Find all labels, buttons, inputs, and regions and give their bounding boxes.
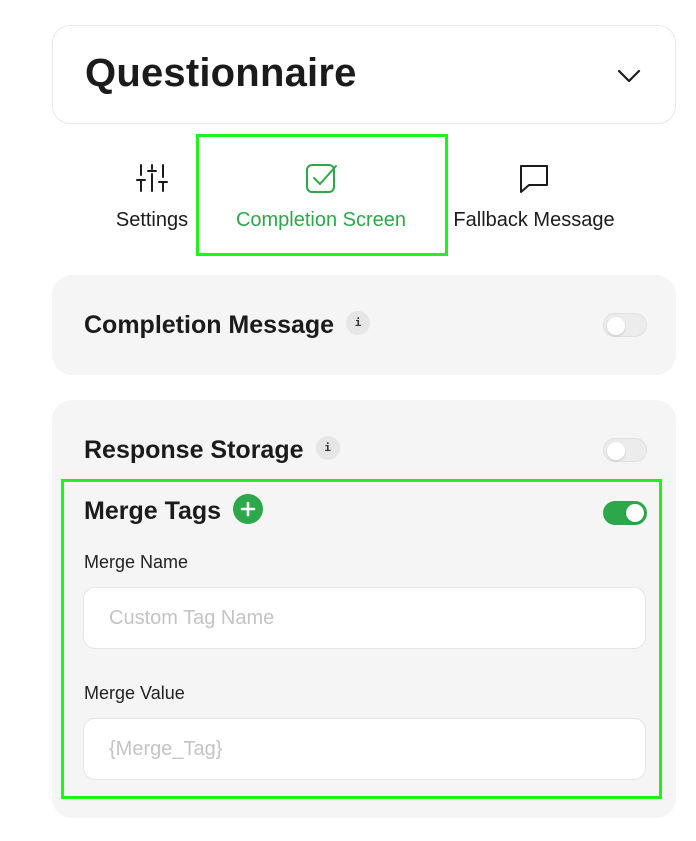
tab-fallback-message-label: Fallback Message bbox=[453, 209, 615, 231]
merge-name-label: Merge Name bbox=[84, 552, 189, 572]
chevron-down-icon[interactable] bbox=[615, 62, 643, 90]
completion-message-toggle[interactable] bbox=[603, 313, 647, 337]
merge-tags-toggle[interactable] bbox=[603, 501, 647, 525]
tab-fallback-message[interactable]: Fallback Message bbox=[448, 160, 620, 232]
response-storage-section: Response Storage i Merge Tags Merge Name … bbox=[52, 400, 676, 818]
tab-completion-screen-label: Completion Screen bbox=[235, 209, 407, 231]
toggle-knob bbox=[626, 504, 644, 522]
toggle-knob bbox=[607, 442, 625, 460]
merge-name-input[interactable] bbox=[83, 587, 646, 649]
message-icon bbox=[520, 165, 548, 193]
toggle-knob bbox=[607, 317, 625, 335]
tab-settings-label: Settings bbox=[115, 209, 189, 231]
info-icon[interactable]: i bbox=[315, 436, 340, 461]
merge-value-input[interactable] bbox=[83, 718, 646, 780]
questionnaire-panel: Questionnaire Settings Completion Screen… bbox=[0, 0, 696, 841]
completion-message-heading: Completion Message i bbox=[84, 310, 371, 340]
sliders-icon bbox=[136, 164, 168, 192]
merge-tags-title: Merge Tags bbox=[84, 497, 222, 525]
completion-message-section: Completion Message i bbox=[52, 275, 676, 375]
response-storage-toggle[interactable] bbox=[603, 438, 647, 462]
merge-value-label: Merge Value bbox=[84, 683, 185, 703]
plus-icon bbox=[240, 502, 256, 517]
add-merge-tag-button[interactable] bbox=[233, 494, 264, 525]
completion-message-title: Completion Message bbox=[84, 311, 335, 339]
questionnaire-header[interactable]: Questionnaire bbox=[52, 25, 676, 124]
response-storage-heading: Response Storage i bbox=[84, 435, 340, 465]
tab-settings[interactable]: Settings bbox=[106, 160, 198, 232]
page-title: Questionnaire bbox=[85, 51, 357, 95]
tab-completion-screen[interactable]: Completion Screen bbox=[220, 160, 422, 232]
merge-tags-heading: Merge Tags bbox=[84, 494, 264, 527]
response-storage-title: Response Storage bbox=[84, 436, 304, 464]
checkbox-icon bbox=[306, 164, 337, 193]
info-icon[interactable]: i bbox=[346, 311, 371, 336]
